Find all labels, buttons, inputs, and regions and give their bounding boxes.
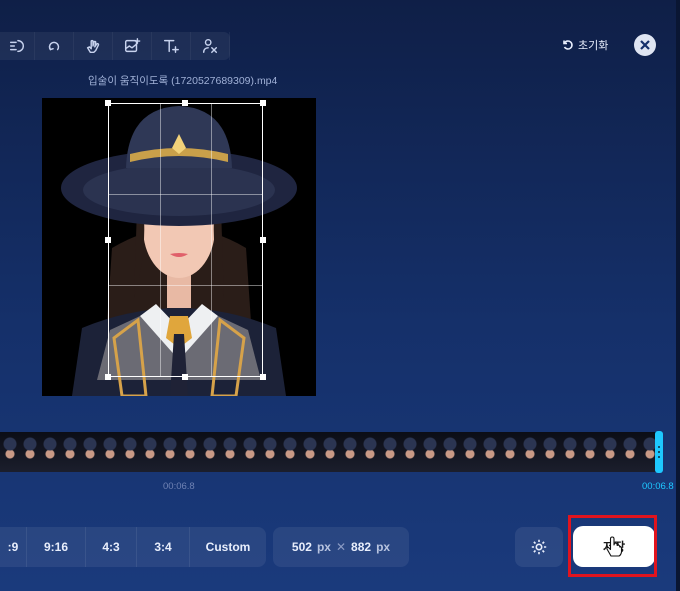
crop-handle-bottom-right[interactable] bbox=[260, 374, 266, 380]
ratio-button[interactable]: 9:16 bbox=[27, 527, 86, 567]
crop-box[interactable] bbox=[108, 103, 263, 377]
crop-handle-bottom[interactable] bbox=[182, 374, 188, 380]
dimension-input: 502 px ✕ 882 px bbox=[273, 527, 409, 567]
speed-icon bbox=[9, 39, 24, 53]
timeline-trim-handle[interactable] bbox=[655, 431, 663, 473]
ratio-button[interactable]: 3:4 bbox=[137, 527, 190, 567]
video-filename: 입술이 움직이도록 (1720527689309).mp4 bbox=[88, 75, 278, 87]
add-image-tool-button[interactable] bbox=[113, 32, 152, 60]
aspect-ratio-group: :9 9:16 4:3 3:4 Custom bbox=[0, 527, 266, 567]
crop-handle-right[interactable] bbox=[260, 237, 266, 243]
crop-handle-top-right[interactable] bbox=[260, 100, 266, 106]
crop-handle-bottom-left[interactable] bbox=[105, 374, 111, 380]
add-image-icon bbox=[124, 38, 141, 53]
current-time: 00:06.8 bbox=[163, 481, 195, 492]
remove-person-tool-button[interactable] bbox=[191, 32, 230, 60]
width-value[interactable]: 502 bbox=[292, 540, 312, 554]
height-value[interactable]: 882 bbox=[351, 540, 371, 554]
speed-tool-button[interactable] bbox=[0, 32, 35, 60]
ratio-button[interactable]: :9 bbox=[0, 527, 27, 567]
reset-button[interactable]: 초기화 bbox=[562, 37, 608, 53]
ratio-button-custom[interactable]: Custom bbox=[190, 527, 266, 567]
reset-label: 초기화 bbox=[578, 40, 609, 52]
gear-icon bbox=[531, 539, 547, 555]
undo-icon bbox=[563, 40, 573, 50]
crop-guide bbox=[109, 194, 262, 195]
width-unit: px bbox=[316, 540, 331, 554]
gesture-tool-button[interactable] bbox=[74, 32, 113, 60]
height-unit: px bbox=[376, 540, 391, 554]
crop-handle-top-left[interactable] bbox=[105, 100, 111, 106]
close-button[interactable] bbox=[634, 34, 656, 56]
add-text-tool-button[interactable] bbox=[152, 32, 191, 60]
dimension-separator: ✕ bbox=[335, 540, 347, 554]
settings-button[interactable] bbox=[515, 527, 563, 567]
ratio-button[interactable]: 4:3 bbox=[86, 527, 137, 567]
add-text-icon bbox=[163, 39, 179, 54]
crop-guide bbox=[160, 104, 161, 376]
timeline-filmstrip[interactable] bbox=[0, 432, 657, 472]
crop-handle-top[interactable] bbox=[182, 100, 188, 106]
loop-tool-button[interactable] bbox=[35, 32, 74, 60]
loop-icon bbox=[48, 41, 60, 51]
crop-handle-left[interactable] bbox=[105, 237, 111, 243]
hand-gesture-icon bbox=[86, 39, 100, 54]
close-icon bbox=[640, 40, 650, 50]
edit-toolbar bbox=[0, 32, 230, 60]
window-edge bbox=[676, 0, 680, 591]
hand-cursor-icon bbox=[606, 536, 623, 557]
crop-guide bbox=[109, 285, 262, 286]
crop-guide bbox=[211, 104, 212, 376]
remove-person-icon bbox=[202, 38, 218, 54]
end-time: 00:06.8 bbox=[642, 481, 674, 492]
